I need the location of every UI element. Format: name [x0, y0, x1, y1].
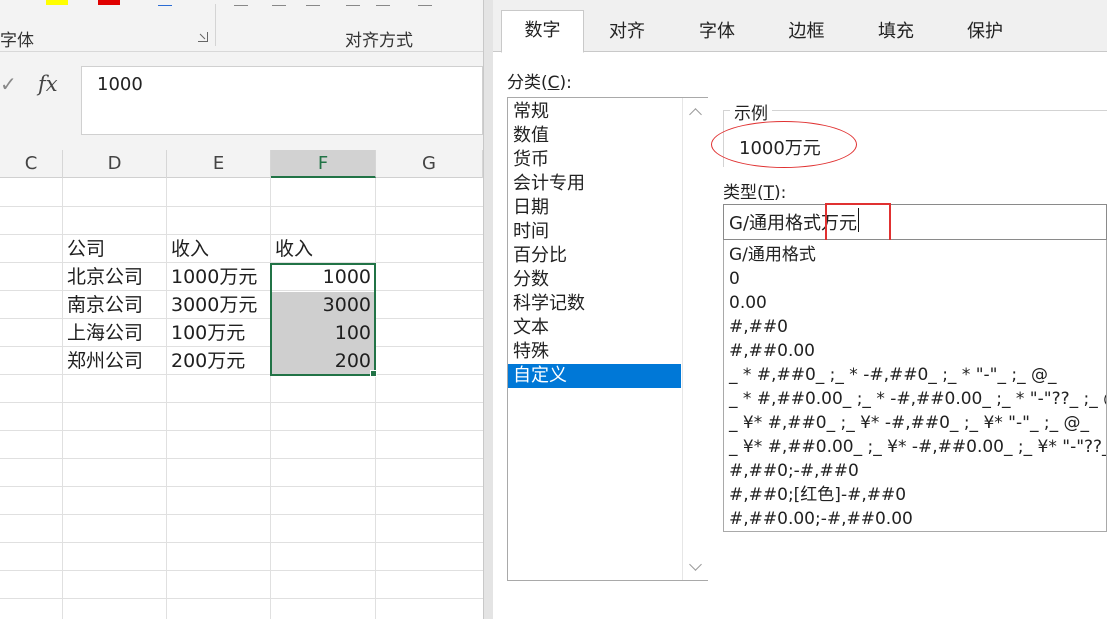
align-middle-icon[interactable]: [272, 0, 286, 6]
column-header-d[interactable]: D: [63, 150, 167, 178]
grid-line: [0, 402, 483, 403]
type-label-pre: 类型(: [723, 183, 764, 203]
worksheet-grid[interactable]: C D E F G 公司 收入 收入 北京公司 1000万元 1000 南京公司…: [0, 150, 483, 619]
fx-icon[interactable]: fx: [38, 72, 58, 96]
font-tool-icon[interactable]: [158, 0, 172, 6]
grid-line: [0, 430, 483, 431]
column-header-f[interactable]: F: [271, 150, 376, 178]
grid-line: [0, 570, 483, 571]
dialog-tabs: 数字 对齐 字体 边框 填充 保护: [493, 0, 1107, 53]
category-item[interactable]: 百分比: [508, 244, 681, 268]
grid-line: [0, 206, 483, 207]
category-label-key: C: [547, 73, 560, 93]
fill-handle[interactable]: [370, 370, 377, 377]
font-color-swatch[interactable]: [98, 0, 120, 5]
grid-line: [62, 178, 63, 619]
category-item[interactable]: 文本: [508, 316, 681, 340]
tab-font[interactable]: 字体: [670, 12, 764, 52]
ribbon: 字体 对齐方式: [0, 0, 483, 52]
format-item[interactable]: _ ¥* #,##0_ ;_ ¥* -#,##0_ ;_ ¥* "-"_ ;_ …: [729, 411, 1089, 435]
format-item[interactable]: #,##0;-#,##0: [729, 459, 859, 483]
column-header-c[interactable]: C: [0, 150, 63, 178]
grid-line: [375, 178, 376, 619]
cell-e6[interactable]: 3000万元: [171, 291, 257, 319]
category-item[interactable]: 数值: [508, 124, 681, 148]
category-item-selected[interactable]: 自定义: [508, 364, 681, 388]
category-label-pre: 分类(: [507, 73, 548, 93]
grid-line: [0, 542, 483, 543]
wrap-text-icon[interactable]: [376, 0, 390, 6]
checkmark-icon[interactable]: ✓: [0, 72, 17, 96]
grid-line: [0, 514, 483, 515]
format-item[interactable]: _ ¥* #,##0.00_ ;_ ¥* -#,##0.00_ ;_ ¥* "-…: [729, 435, 1106, 459]
window-edge: [483, 0, 493, 619]
grid-line: [270, 178, 271, 619]
selection-border: [270, 263, 376, 376]
category-item[interactable]: 会计专用: [508, 172, 681, 196]
cell-d4[interactable]: 公司: [67, 235, 105, 263]
align-bottom-icon[interactable]: [306, 0, 320, 6]
highlight-color-swatch[interactable]: [46, 0, 68, 5]
category-item[interactable]: 常规: [508, 100, 681, 124]
column-header-e[interactable]: E: [167, 150, 271, 178]
tab-alignment[interactable]: 对齐: [584, 12, 670, 52]
cell-e4[interactable]: 收入: [171, 235, 209, 263]
category-item[interactable]: 科学记数: [508, 292, 681, 316]
type-label: 类型(T):: [723, 178, 786, 203]
format-cells-dialog: 数字 对齐 字体 边框 填充 保护 分类(C): 常规 数值 货币 会计专用 日…: [493, 0, 1107, 619]
cell-f4[interactable]: 收入: [275, 235, 313, 263]
group-separator: [215, 4, 216, 46]
formula-value: 1000: [97, 74, 143, 95]
annotation-circle: [711, 121, 857, 168]
column-headers: C D E F G: [0, 150, 483, 178]
scroll-up-arrow-icon[interactable]: [689, 108, 702, 121]
grid-line: [166, 178, 167, 619]
tab-protection[interactable]: 保护: [943, 12, 1027, 52]
cell-d5[interactable]: 北京公司: [67, 263, 143, 291]
grid-line: [0, 486, 483, 487]
category-item[interactable]: 日期: [508, 196, 681, 220]
format-item[interactable]: 0.00: [729, 291, 767, 315]
scroll-down-arrow-icon[interactable]: [689, 558, 702, 571]
grid-line: [0, 458, 483, 459]
font-group-label: 字体: [0, 31, 34, 51]
cell-d7[interactable]: 上海公司: [67, 319, 143, 347]
type-label-key: T: [763, 183, 775, 203]
orientation-icon[interactable]: [346, 0, 360, 6]
format-item[interactable]: 0: [729, 267, 740, 291]
grid-line: [0, 598, 483, 599]
format-item[interactable]: _ * #,##0_ ;_ * -#,##0_ ;_ * "-"_ ;_ @_: [729, 363, 1057, 387]
category-item[interactable]: 特殊: [508, 340, 681, 364]
category-item[interactable]: 货币: [508, 148, 681, 172]
merge-icon[interactable]: [418, 0, 432, 6]
dialog-launcher-icon[interactable]: [198, 32, 208, 42]
category-scrollbar[interactable]: [682, 98, 708, 580]
format-item[interactable]: #,##0.00: [729, 339, 815, 363]
column-header-g[interactable]: G: [376, 150, 483, 178]
category-label: 分类(C):: [507, 68, 572, 93]
category-item[interactable]: 分数: [508, 268, 681, 292]
format-item[interactable]: #,##0.00;-#,##0.00: [729, 507, 913, 531]
format-item[interactable]: _ * #,##0.00_ ;_ * -#,##0.00_ ;_ * "-"??…: [729, 387, 1106, 411]
align-top-icon[interactable]: [234, 0, 248, 6]
format-code-list[interactable]: G/通用格式 0 0.00 #,##0 #,##0.00 _ * #,##0_ …: [723, 240, 1107, 532]
cell-d8[interactable]: 郑州公司: [67, 347, 143, 375]
sample-label: 示例: [730, 99, 772, 124]
type-label-post: ):: [774, 183, 787, 203]
format-item[interactable]: #,##0: [729, 315, 788, 339]
format-item[interactable]: #,##0;[红色]-#,##0: [729, 483, 906, 507]
cell-e8[interactable]: 200万元: [171, 347, 245, 375]
align-group-label: 对齐方式: [345, 31, 413, 51]
format-item[interactable]: G/通用格式: [729, 243, 816, 267]
category-list[interactable]: 常规 数值 货币 会计专用 日期 时间 百分比 分数 科学记数 文本 特殊 自定…: [507, 97, 708, 581]
tab-border[interactable]: 边框: [764, 12, 849, 52]
tab-fill[interactable]: 填充: [849, 12, 943, 52]
category-item[interactable]: 时间: [508, 220, 681, 244]
cell-e5[interactable]: 1000万元: [171, 263, 257, 291]
category-label-post: ):: [559, 73, 572, 93]
cell-e7[interactable]: 100万元: [171, 319, 245, 347]
tab-number[interactable]: 数字: [501, 10, 584, 53]
cell-d6[interactable]: 南京公司: [67, 291, 143, 319]
